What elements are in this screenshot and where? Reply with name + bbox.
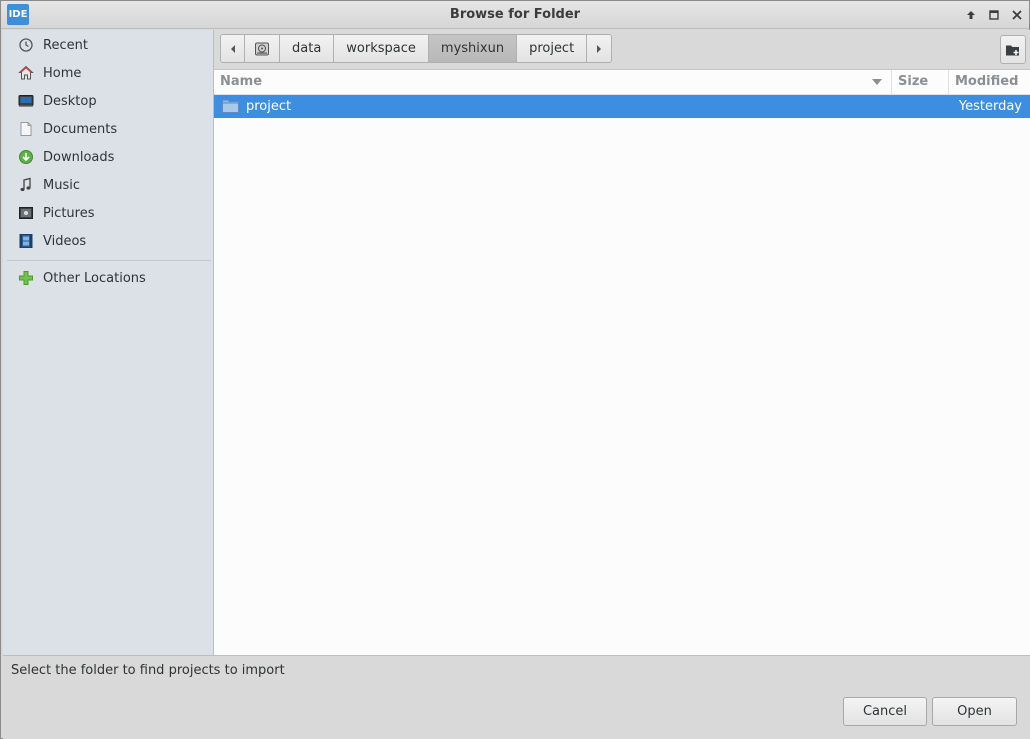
sidebar-item-label: Other Locations: [43, 270, 146, 286]
file-list: Name Size Modified project Yesterday: [214, 69, 1030, 655]
path-root-drive-button[interactable]: [245, 34, 280, 63]
sidebar-item-label: Pictures: [43, 205, 95, 221]
sidebar-item-recent[interactable]: Recent: [3, 31, 212, 59]
title-bar[interactable]: IDE Browse for Folder: [1, 1, 1029, 29]
minimize-up-icon[interactable]: [960, 5, 981, 25]
sidebar-item-other-locations[interactable]: Other Locations: [3, 264, 212, 292]
sidebar-item-videos[interactable]: Videos: [3, 227, 212, 255]
new-folder-button[interactable]: [1000, 35, 1026, 64]
maximize-icon[interactable]: [983, 5, 1004, 25]
column-modified[interactable]: Modified: [949, 70, 1030, 95]
download-icon: [17, 148, 35, 166]
file-name: project: [246, 99, 292, 114]
sidebar-item-label: Documents: [43, 121, 118, 137]
file-browser-main: data workspace myshixun project Name Siz…: [214, 30, 1030, 655]
open-button[interactable]: Open: [932, 697, 1017, 726]
sidebar-item-label: Desktop: [43, 93, 97, 109]
column-name[interactable]: Name: [214, 70, 892, 95]
column-header: Name Size Modified: [214, 70, 1030, 95]
new-folder-icon: [1006, 45, 1019, 55]
window-title: Browse for Folder: [449, 7, 581, 22]
sidebar-item-documents[interactable]: Documents: [3, 115, 212, 143]
sidebar-item-music[interactable]: Music: [3, 171, 212, 199]
sidebar-item-home[interactable]: Home: [3, 59, 212, 87]
path-segment-workspace[interactable]: workspace: [334, 34, 429, 63]
sidebar-item-pictures[interactable]: Pictures: [3, 199, 212, 227]
sidebar-item-label: Music: [43, 177, 80, 193]
column-size[interactable]: Size: [892, 70, 949, 95]
file-row[interactable]: project Yesterday: [214, 95, 1030, 118]
path-scroll-right-button[interactable]: [587, 34, 613, 63]
sidebar-item-label: Recent: [43, 37, 88, 53]
path-scroll-left-button[interactable]: [220, 34, 245, 63]
folder-icon: [222, 99, 239, 113]
sidebar-item-label: Downloads: [43, 149, 115, 165]
music-icon: [17, 176, 35, 194]
desktop-icon: [17, 92, 35, 110]
sidebar-item-desktop[interactable]: Desktop: [3, 87, 212, 115]
close-icon[interactable]: [1006, 5, 1027, 25]
browse-folder-dialog: IDE Browse for Folder Recent Home Deskto…: [0, 0, 1030, 739]
sidebar-item-label: Home: [43, 65, 82, 81]
chevron-right-icon: [597, 44, 602, 53]
places-sidebar: Recent Home Desktop Documents Downloads: [3, 30, 214, 655]
video-icon: [17, 232, 35, 250]
sidebar-item-downloads[interactable]: Downloads: [3, 143, 212, 171]
chevron-left-icon: [230, 44, 235, 53]
drive-icon: [255, 42, 269, 55]
picture-icon: [17, 204, 35, 222]
path-segment-data[interactable]: data: [280, 34, 335, 63]
path-bar: data workspace myshixun project: [220, 34, 613, 64]
home-icon: [17, 64, 35, 82]
document-icon: [17, 120, 35, 138]
path-segment-myshixun[interactable]: myshixun: [428, 34, 518, 63]
sidebar-item-label: Videos: [43, 233, 87, 249]
plus-icon: [17, 269, 35, 287]
dialog-footer: Select the folder to find projects to im…: [3, 655, 1030, 739]
status-message: Select the folder to find projects to im…: [11, 663, 285, 678]
cancel-button[interactable]: Cancel: [843, 697, 927, 726]
path-segment-project[interactable]: project: [517, 34, 588, 63]
window-controls: [960, 5, 1027, 25]
sidebar-divider: [7, 260, 211, 261]
clock-icon: [17, 36, 35, 54]
sort-down-icon: [872, 79, 882, 85]
file-modified: Yesterday: [958, 99, 1022, 114]
